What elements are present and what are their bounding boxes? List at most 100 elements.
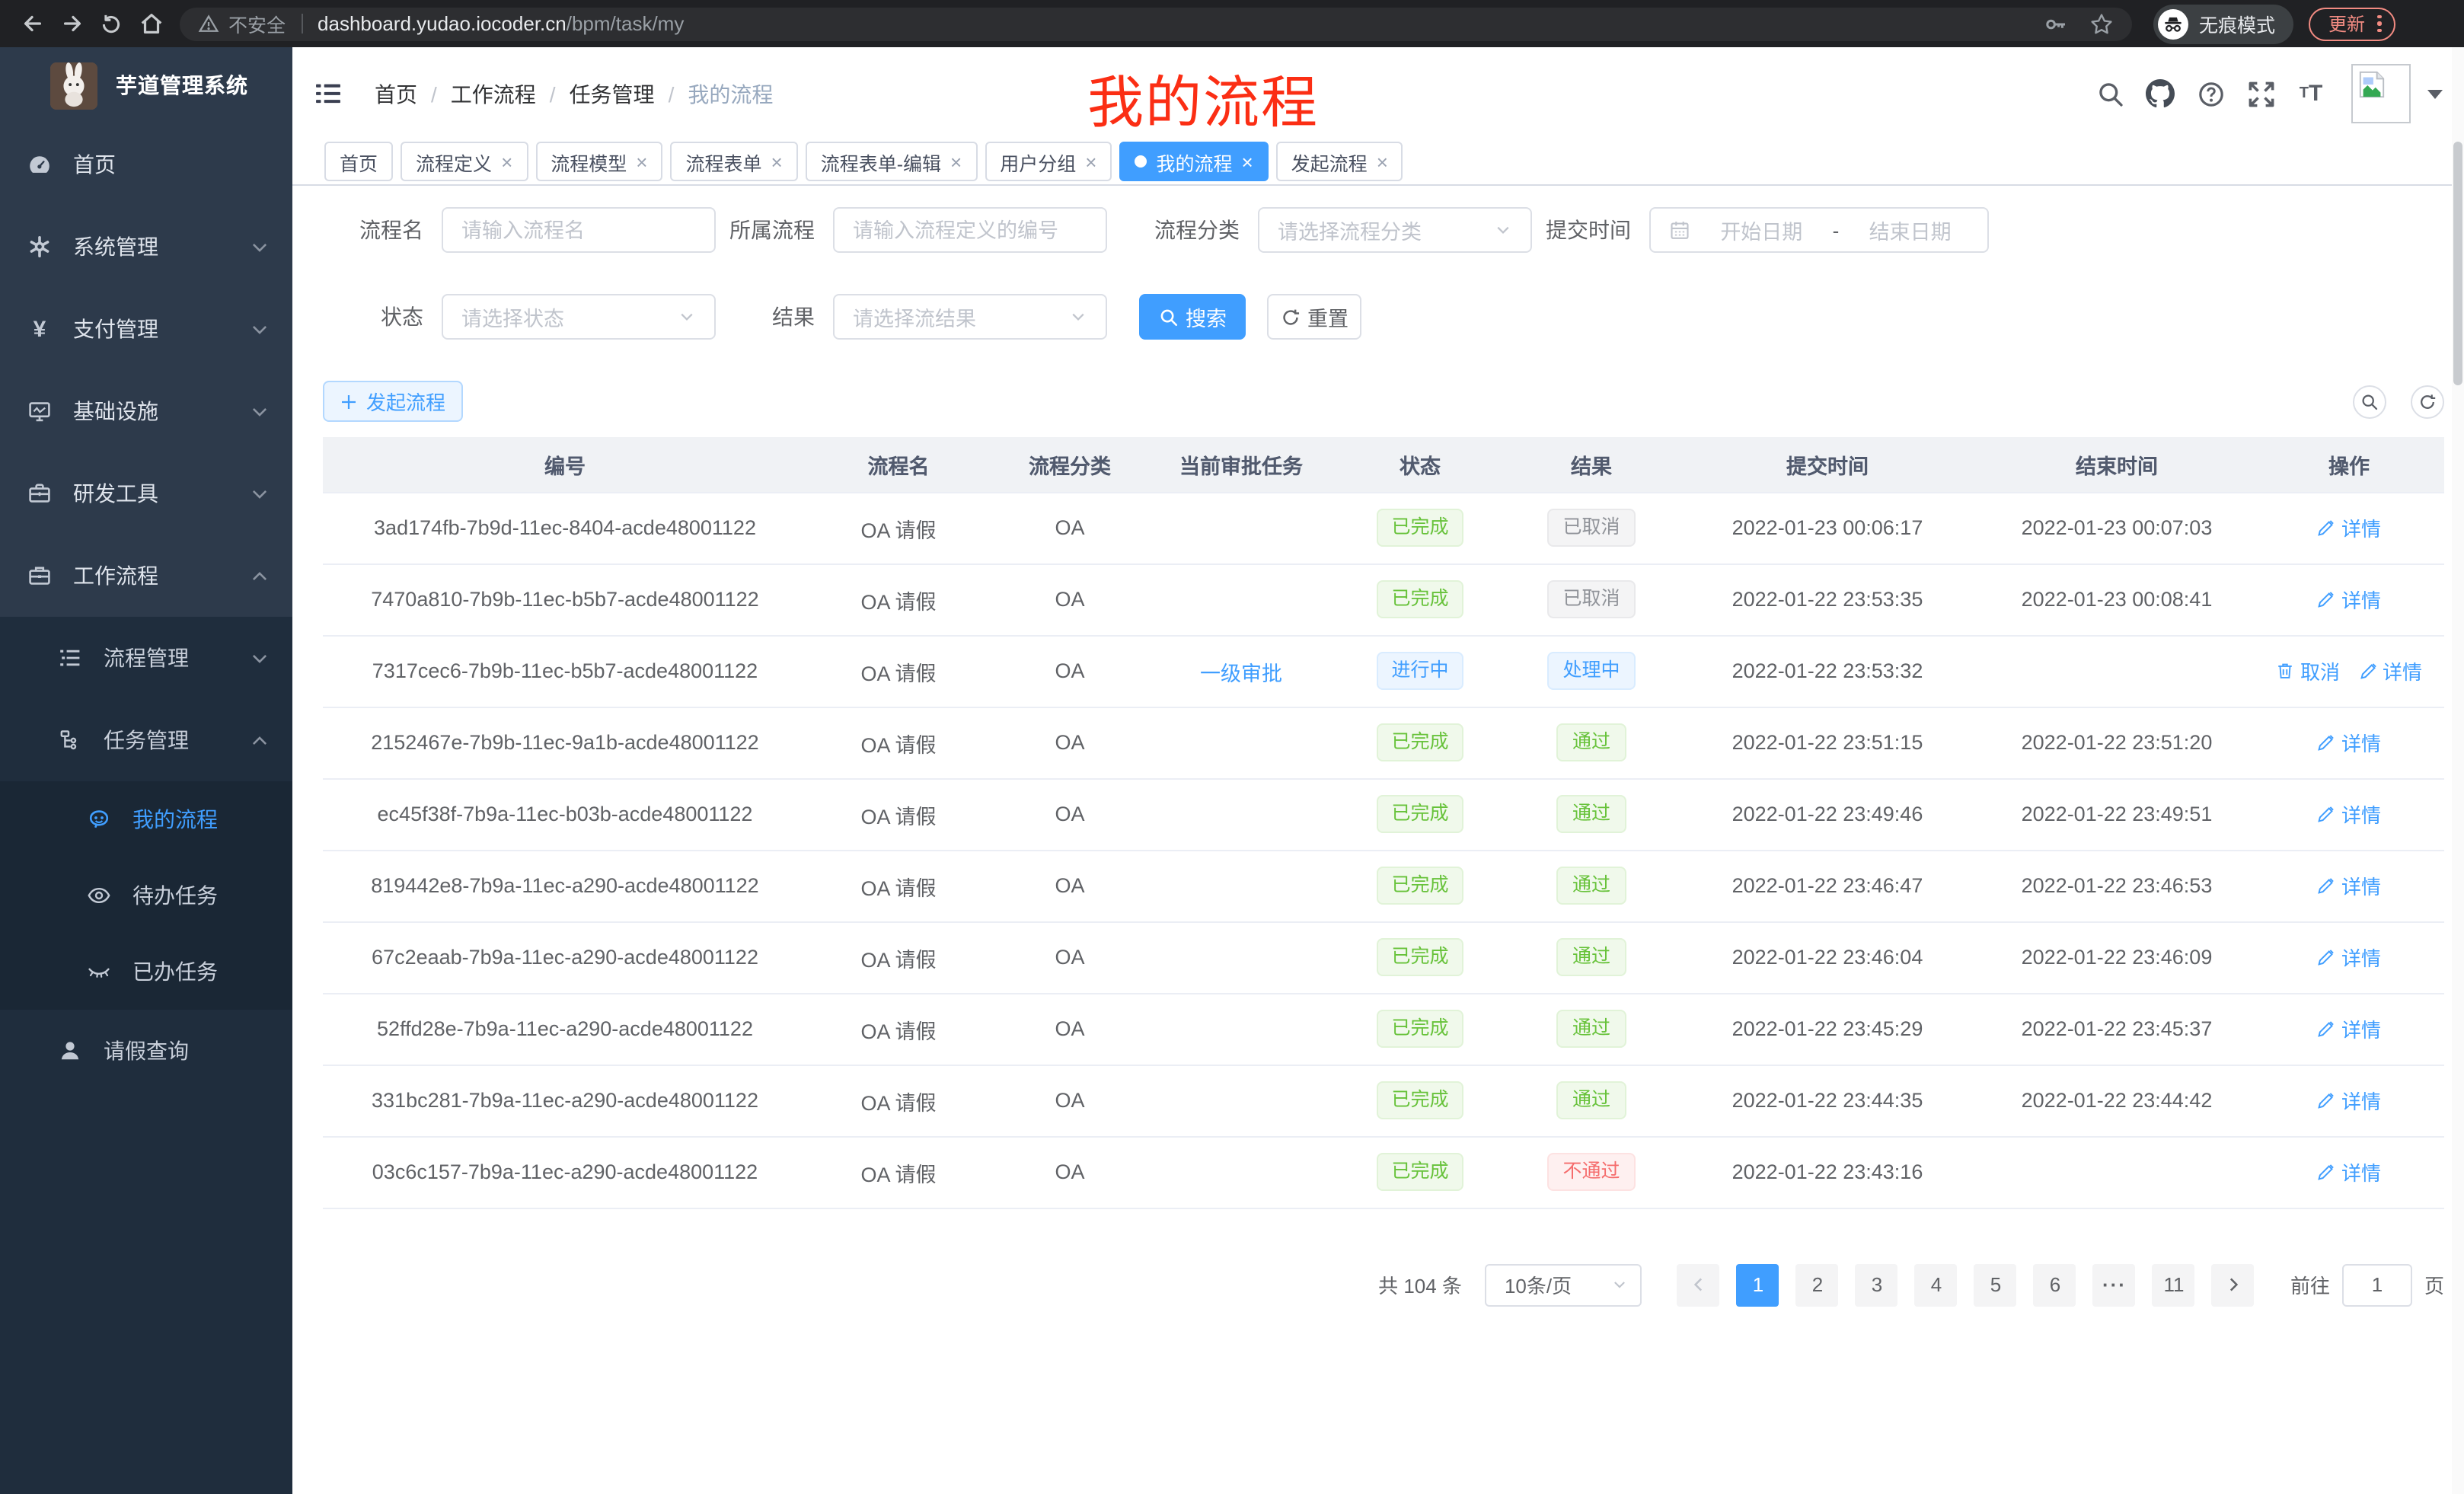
detail-action-link[interactable]: 详情: [2317, 1157, 2381, 1186]
tab-发起流程[interactable]: 发起流程×: [1276, 142, 1403, 181]
goto-page-input[interactable]: [2342, 1263, 2412, 1306]
sidebar-item-研发工具[interactable]: 研发工具: [0, 452, 292, 535]
name-input[interactable]: [461, 219, 696, 241]
reset-button[interactable]: 重置: [1267, 294, 1361, 340]
browser-home-icon[interactable]: [131, 4, 171, 43]
detail-action-link[interactable]: 详情: [2317, 513, 2381, 542]
fullscreen-icon[interactable]: [2236, 80, 2286, 107]
sidebar-item-首页[interactable]: 首页: [0, 123, 292, 206]
end-time-cell: 2022-01-22 23:51:20: [1980, 707, 2254, 778]
sidebar-item-基础设施[interactable]: 基础设施: [0, 370, 292, 452]
process-category-cell: OA: [990, 1065, 1150, 1136]
font-size-icon[interactable]: TT: [2286, 81, 2336, 107]
help-icon[interactable]: [2185, 80, 2236, 107]
tab-流程表单[interactable]: 流程表单×: [670, 142, 797, 181]
tab-用户分组[interactable]: 用户分组×: [985, 142, 1112, 181]
submit-time-cell: 2022-01-22 23:53:35: [1675, 563, 1980, 635]
result-select[interactable]: 请选择流结果: [833, 294, 1107, 340]
tab-close-icon[interactable]: ×: [636, 152, 647, 171]
detail-action-link[interactable]: 详情: [2317, 800, 2381, 828]
chevron-up-icon: [250, 566, 270, 586]
breadcrumb-item[interactable]: 任务管理: [570, 78, 655, 109]
show-search-button[interactable]: [2353, 385, 2386, 418]
detail-action-link[interactable]: 详情: [2358, 656, 2422, 685]
detail-action-link[interactable]: 详情: [2317, 1014, 2381, 1043]
detail-action-link[interactable]: 详情: [2317, 728, 2381, 757]
table-row: 52ffd28e-7b9a-11ec-a290-acde48001122OA 请…: [323, 993, 2444, 1065]
tab-close-icon[interactable]: ×: [950, 152, 962, 171]
submit-time-range-picker[interactable]: 开始日期 - 结束日期: [1649, 207, 1989, 253]
tab-我的流程[interactable]: 我的流程×: [1119, 142, 1268, 181]
page-button-1[interactable]: 1: [1737, 1263, 1779, 1306]
result-badge: 通过: [1557, 867, 1626, 905]
page-button-3[interactable]: 3: [1856, 1263, 1898, 1306]
tab-流程模型[interactable]: 流程模型×: [535, 142, 662, 181]
breadcrumb-item[interactable]: 工作流程: [451, 78, 536, 109]
detail-action-link[interactable]: 详情: [2317, 1086, 2381, 1115]
sidebar-item-我的流程[interactable]: 我的流程: [0, 781, 292, 857]
avatar-caret-icon[interactable]: [2427, 89, 2443, 98]
scrollbar-thumb[interactable]: [2453, 142, 2462, 385]
tab-close-icon[interactable]: ×: [1377, 152, 1388, 171]
sidebar-item-请假查询[interactable]: 请假查询: [0, 1010, 292, 1092]
current-task-cell: [1150, 921, 1333, 993]
browser-forward-icon[interactable]: [52, 4, 91, 43]
browser-menu-icon[interactable]: [2377, 15, 2384, 33]
tab-close-icon[interactable]: ×: [1241, 152, 1253, 171]
sidebar-item-待办任务[interactable]: 待办任务: [0, 857, 292, 934]
sidebar-item-系统管理[interactable]: 系统管理: [0, 206, 292, 288]
sidebar-item-已办任务[interactable]: 已办任务: [0, 934, 292, 1010]
search-button[interactable]: 搜索: [1139, 294, 1246, 340]
detail-action-link[interactable]: 详情: [2317, 871, 2381, 900]
page-ellipsis[interactable]: ···: [2093, 1263, 2136, 1306]
process-name-cell: OA 请假: [807, 850, 990, 921]
github-icon[interactable]: [2135, 79, 2185, 108]
end-time-cell: 2022-01-22 23:46:53: [1980, 850, 2254, 921]
tab-首页[interactable]: 首页: [324, 142, 393, 181]
page-size-select[interactable]: 10条/页: [1485, 1263, 1642, 1306]
sidebar-item-流程管理[interactable]: 流程管理: [0, 617, 292, 699]
prev-page-button[interactable]: [1677, 1263, 1720, 1306]
sidebar-toggle-icon[interactable]: [315, 81, 341, 107]
sidebar-item-任务管理[interactable]: 任务管理: [0, 699, 292, 781]
url-bar[interactable]: 不安全 dashboard.yudao.iocoder.cn/bpm/task/…: [180, 7, 2132, 40]
app-logo-block[interactable]: 芋道管理系统: [0, 47, 292, 123]
page-button-2[interactable]: 2: [1796, 1263, 1839, 1306]
cancel-action-link[interactable]: 取消: [2276, 656, 2340, 685]
edit-icon: [2317, 1019, 2337, 1039]
sidebar-item-label: 系统管理: [73, 231, 158, 262]
refresh-table-button[interactable]: [2411, 385, 2444, 418]
avatar[interactable]: [2351, 64, 2411, 123]
browser-back-icon[interactable]: [12, 4, 52, 43]
action-label: 详情: [2341, 943, 2381, 972]
page-button-11[interactable]: 11: [2153, 1263, 2195, 1306]
create-process-button[interactable]: 发起流程: [323, 381, 463, 422]
sidebar-item-支付管理[interactable]: ¥支付管理: [0, 288, 292, 370]
detail-action-link[interactable]: 详情: [2317, 943, 2381, 972]
page-button-4[interactable]: 4: [1915, 1263, 1958, 1306]
sidebar: 芋道管理系统 首页系统管理 ¥支付管理基础设施研发工具工作流程流程管理任务管理我的…: [0, 47, 292, 1494]
goto-label: 前往: [2290, 1270, 2330, 1299]
page-scrollbar[interactable]: [2452, 47, 2464, 1494]
status-select[interactable]: 请选择状态: [442, 294, 716, 340]
page-button-6[interactable]: 6: [2034, 1263, 2076, 1306]
tab-流程表单-编辑[interactable]: 流程表单-编辑×: [806, 142, 978, 181]
browser-reload-icon[interactable]: [91, 4, 131, 43]
page-button-5[interactable]: 5: [1974, 1263, 2017, 1306]
detail-action-link[interactable]: 详情: [2317, 585, 2381, 614]
search-icon[interactable]: [2085, 80, 2135, 107]
tab-流程定义[interactable]: 流程定义×: [401, 142, 528, 181]
category-select[interactable]: 请选择流程分类: [1258, 207, 1532, 253]
password-key-icon[interactable]: [2044, 11, 2068, 36]
browser-update-button[interactable]: 更新: [2309, 7, 2395, 40]
breadcrumb-item[interactable]: 首页: [375, 78, 417, 109]
broken-image-icon: [2357, 70, 2386, 99]
sidebar-item-工作流程[interactable]: 工作流程: [0, 535, 292, 617]
tab-close-icon[interactable]: ×: [771, 152, 783, 171]
tab-close-icon[interactable]: ×: [1085, 152, 1096, 171]
bookmark-star-icon[interactable]: [2089, 11, 2114, 36]
tab-close-icon[interactable]: ×: [501, 152, 512, 171]
definition-input[interactable]: [853, 219, 1087, 241]
next-page-button[interactable]: [2212, 1263, 2255, 1306]
current-task-link[interactable]: 一级审批: [1200, 662, 1282, 685]
